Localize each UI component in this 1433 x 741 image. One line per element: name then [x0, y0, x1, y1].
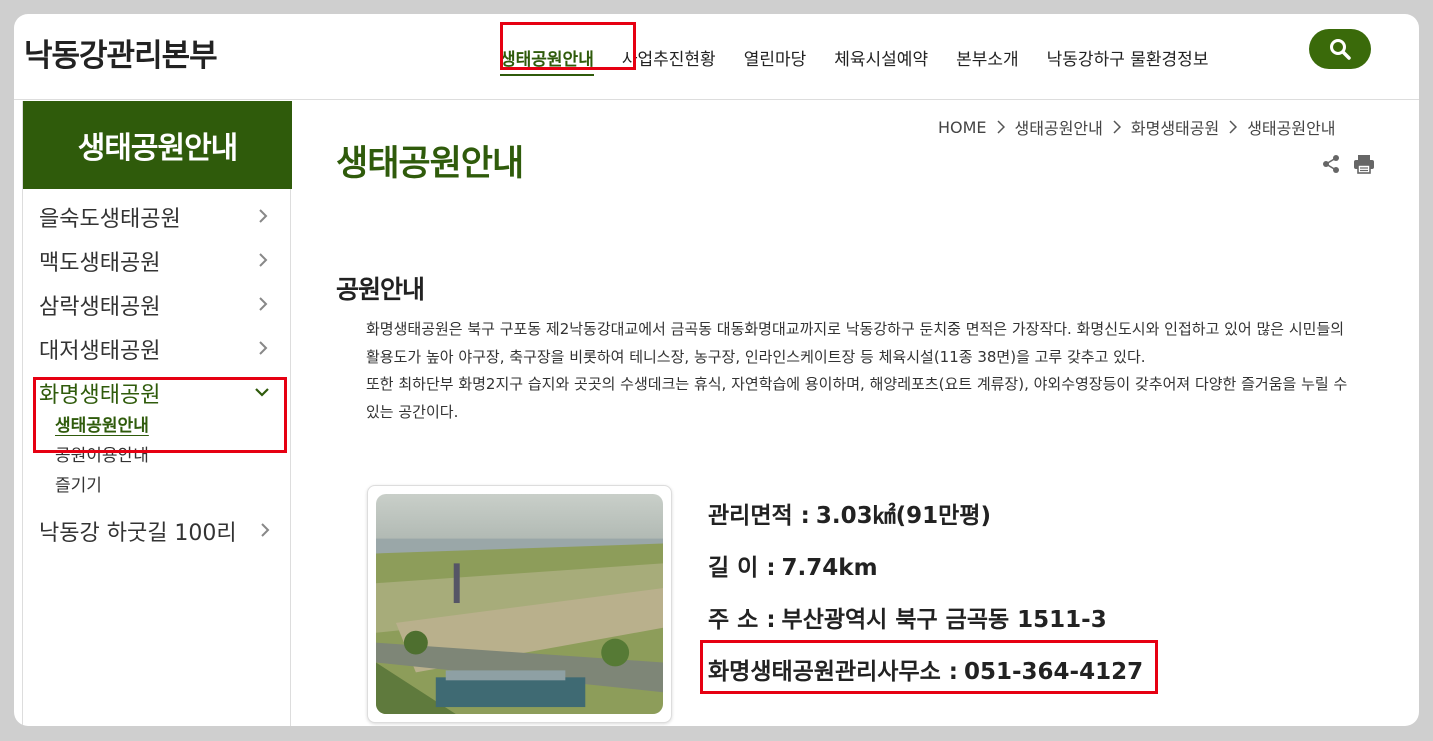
sidebar-item-label: 대저생태공원 [39, 339, 161, 364]
chevron-right-icon [259, 253, 268, 267]
sidebar-item-maekdo[interactable]: 맥도생태공원 [23, 239, 290, 283]
sidebar-subitem-enjoy[interactable]: 즐기기 [55, 471, 290, 501]
info-label: 주 소 : [708, 607, 776, 633]
sidebar: 생태공원안내 을숙도생태공원 맥도생태공원 삼락생태공원 대저생태공원 화명생태… [22, 101, 292, 726]
breadcrumb-item[interactable]: 생태공원안내 [1015, 115, 1103, 139]
breadcrumb-item[interactable]: 화명생태공원 [1131, 115, 1219, 139]
description-paragraph: 또한 최하단부 화명2지구 습지와 곳곳의 수생데크는 휴식, 자연학습에 용이… [366, 375, 1348, 421]
breadcrumb: HOME 생태공원안내 화명생태공원 생태공원안내 [938, 115, 1336, 139]
info-label: 길 이 : [708, 555, 776, 581]
info-label: 관리면적 : [708, 503, 810, 529]
chevron-right-icon [1229, 120, 1238, 134]
description-paragraph: 화명생태공원은 북구 구포동 제2낙동강대교에서 금곡동 대동화명대교까지로 낙… [366, 320, 1345, 366]
sidebar-item-eulsukdo[interactable]: 을숙도생태공원 [23, 195, 290, 239]
print-icon[interactable] [1353, 154, 1375, 174]
page-tools [1309, 154, 1375, 174]
page-title: 생태공원안내 [336, 144, 524, 184]
breadcrumb-current: 생태공원안내 [1247, 119, 1336, 138]
chevron-right-icon [259, 341, 268, 355]
info-value: 7.74km [781, 555, 878, 581]
highlight-box-nav [500, 22, 636, 70]
chevron-right-icon [997, 120, 1005, 134]
search-button[interactable] [1309, 29, 1371, 69]
info-area: 관리면적 :3.03㎢(91만평) [708, 496, 991, 530]
chevron-right-icon [261, 523, 270, 537]
nav-about[interactable]: 본부소개 [956, 45, 1019, 70]
info-value: 부산광역시 북구 금곡동 1511-3 [781, 607, 1107, 633]
sidebar-item-label: 맥도생태공원 [39, 251, 161, 276]
nav-sports-reservation[interactable]: 체육시설예약 [834, 45, 928, 70]
search-icon [1330, 39, 1351, 60]
site-header: 낙동강관리본부 생태공원안내 사업추진현황 열린마당 체육시설예약 본부소개 낙… [14, 14, 1419, 100]
breadcrumb-home[interactable]: HOME [938, 118, 987, 137]
info-address: 주 소 : 부산광역시 북구 금곡동 1511-3 [708, 600, 1107, 634]
nav-open-forum[interactable]: 열린마당 [744, 45, 807, 70]
section-title: 공원안내 [336, 275, 425, 304]
info-value: 3.03㎢(91만평) [815, 503, 991, 529]
highlight-box-office [700, 640, 1158, 694]
sidebar-list: 을숙도생태공원 맥도생태공원 삼락생태공원 대저생태공원 화명생태공원 생태공원… [23, 189, 290, 553]
sidebar-item-hagut-road[interactable]: 낙동강 하굿길 100리 [23, 509, 290, 553]
sidebar-item-label: 을숙도생태공원 [39, 207, 181, 232]
park-photo [367, 485, 672, 723]
page-frame: 낙동강관리본부 생태공원안내 사업추진현황 열린마당 체육시설예약 본부소개 낙… [14, 14, 1419, 726]
sidebar-item-samrak[interactable]: 삼락생태공원 [23, 283, 290, 327]
highlight-box-sidebar [33, 377, 287, 453]
chevron-right-icon [259, 297, 268, 311]
sidebar-title: 생태공원안내 [23, 101, 292, 189]
sidebar-item-label: 삼락생태공원 [39, 295, 161, 320]
sidebar-item-label: 낙동강 하굿길 100리 [39, 521, 237, 546]
site-logo[interactable]: 낙동강관리본부 [24, 30, 218, 75]
share-icon[interactable] [1321, 154, 1341, 174]
info-length: 길 이 :7.74km [708, 548, 878, 582]
nav-water-info[interactable]: 낙동강하구 물환경정보 [1047, 45, 1209, 70]
chevron-right-icon [259, 209, 268, 223]
park-description: 화명생태공원은 북구 구포동 제2낙동강대교에서 금곡동 대동화명대교까지로 낙… [366, 316, 1374, 426]
sidebar-item-daejeo[interactable]: 대저생태공원 [23, 327, 290, 371]
chevron-right-icon [1113, 120, 1121, 134]
